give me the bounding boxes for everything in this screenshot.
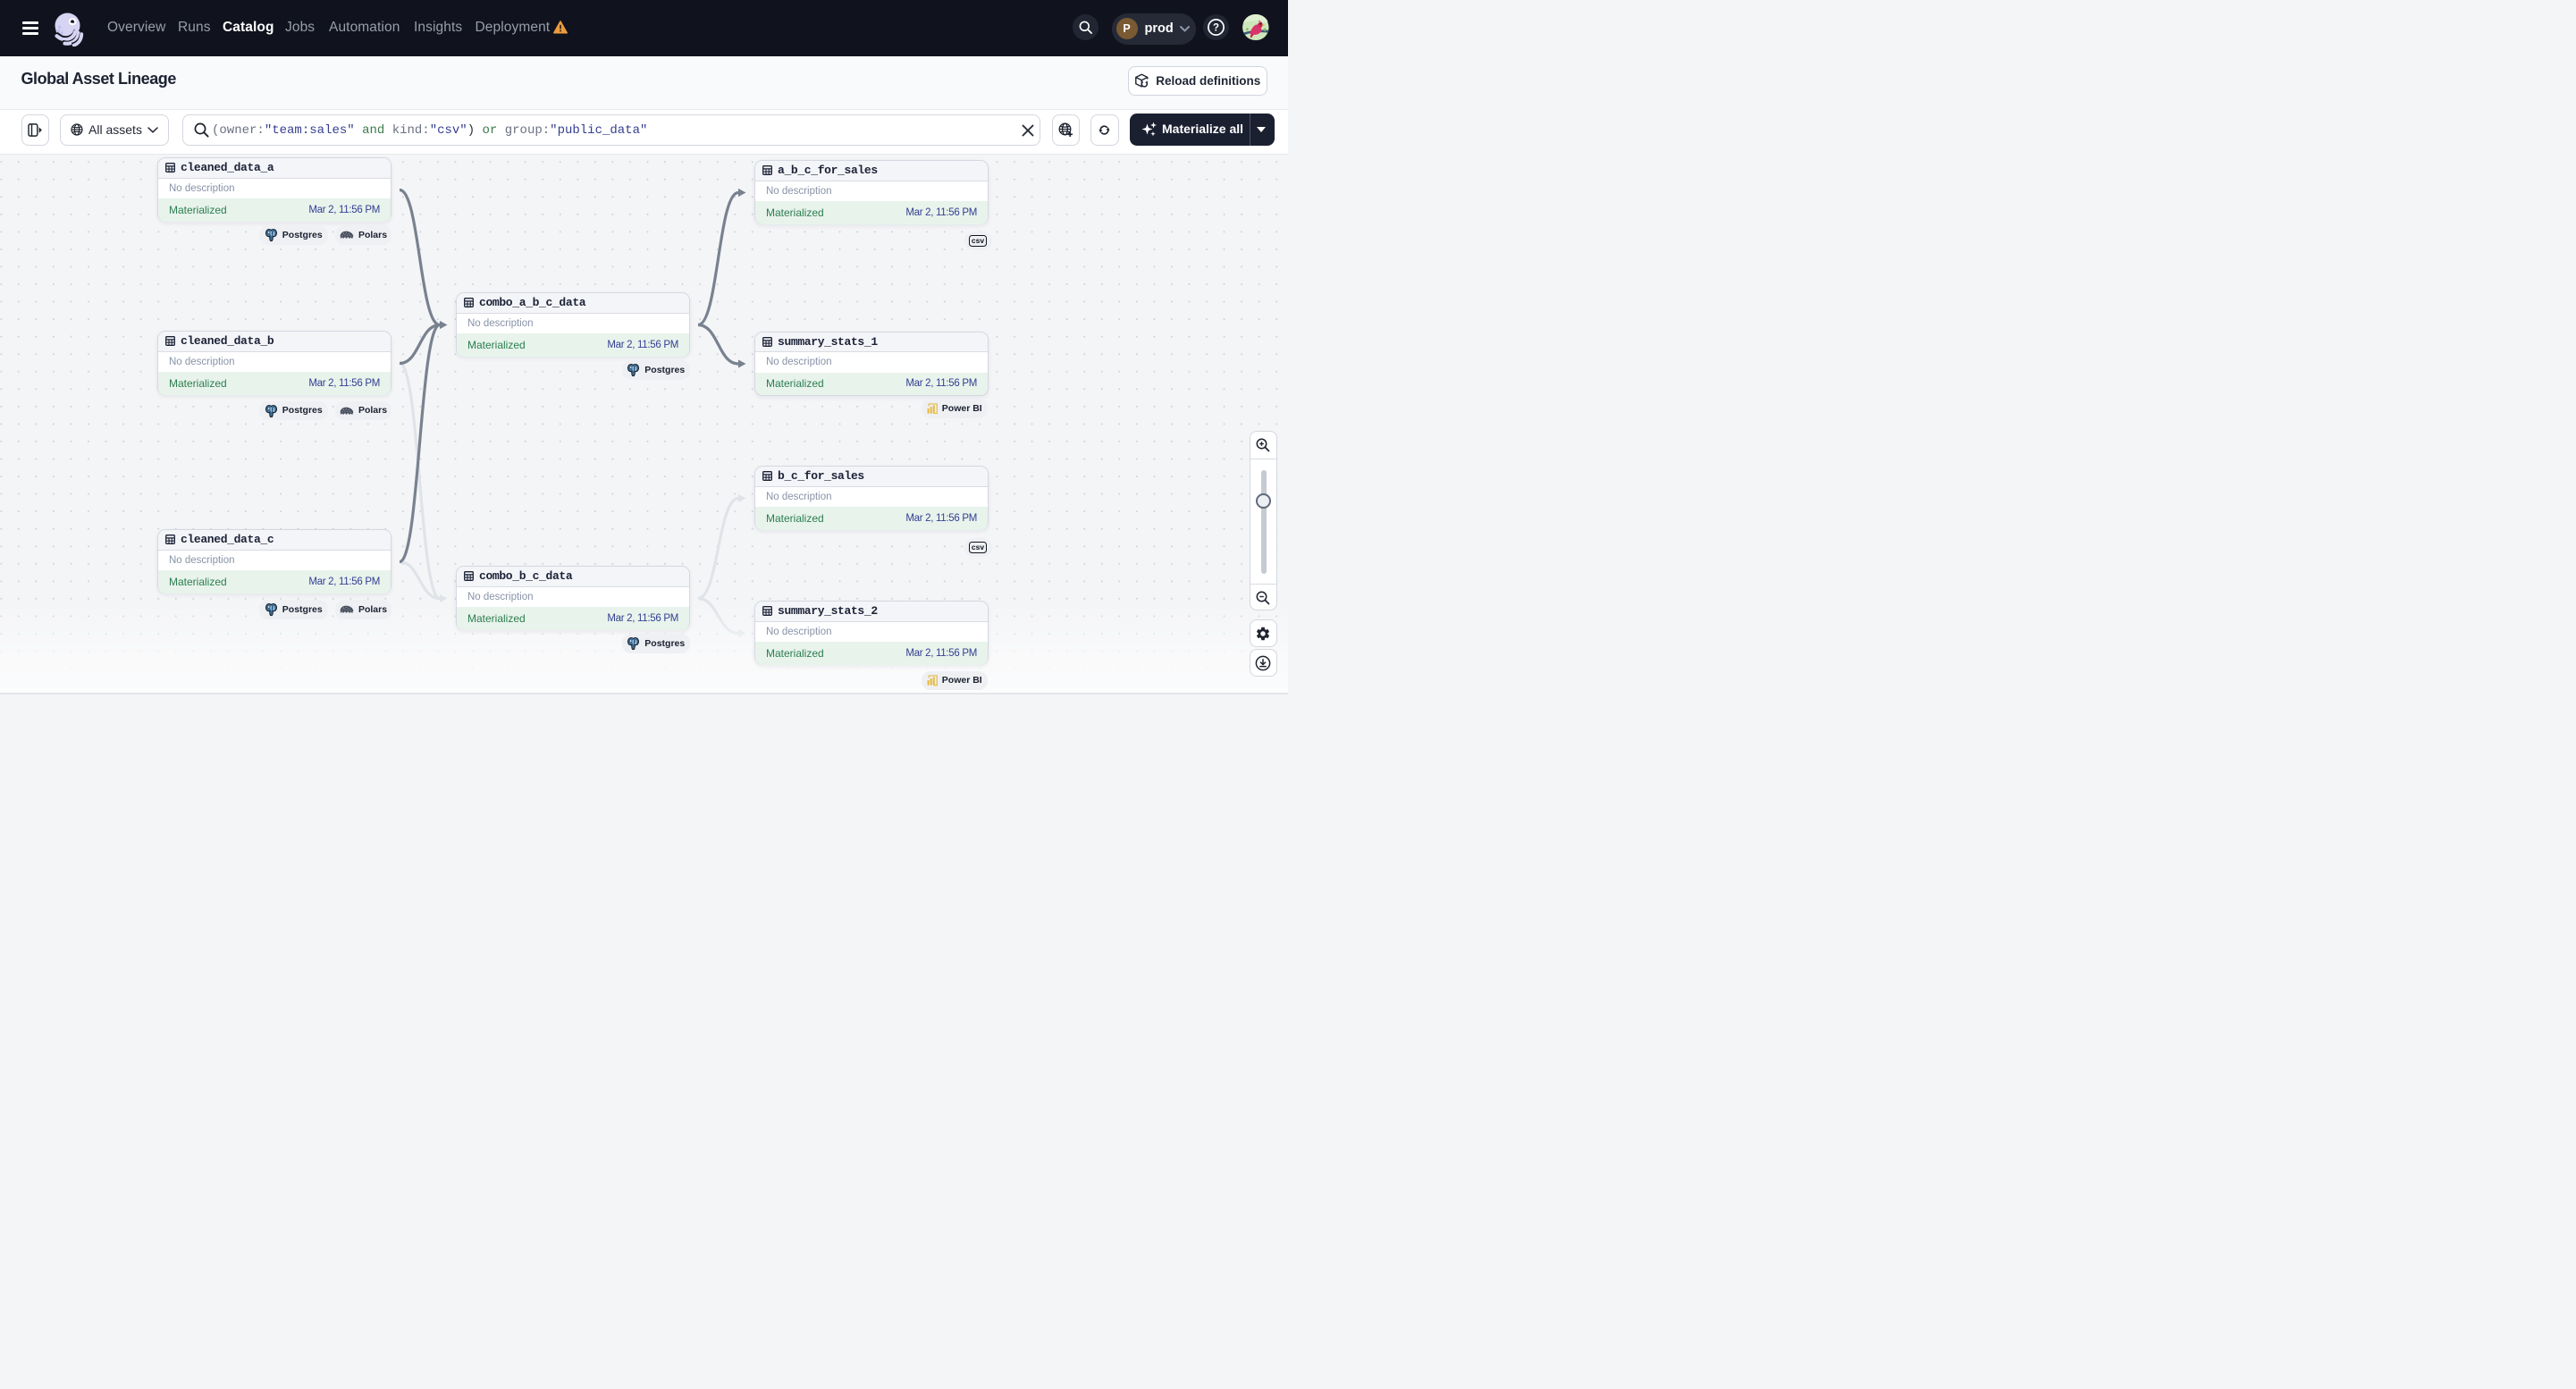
svg-text:?: ? [1213,22,1219,33]
